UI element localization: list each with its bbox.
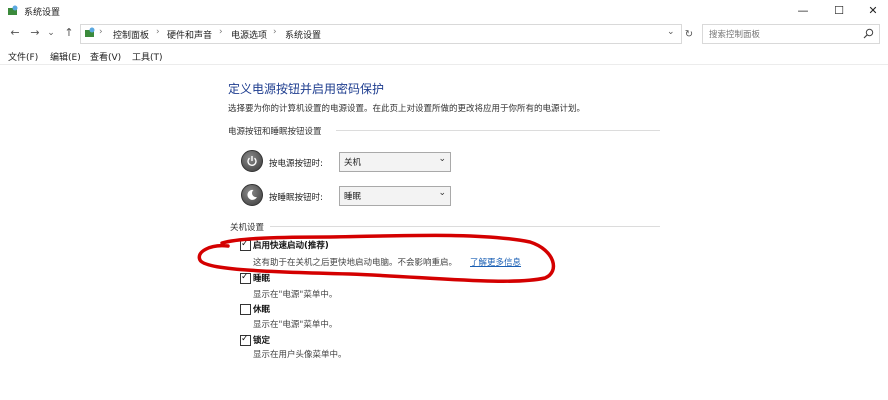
learn-more-link[interactable]: 了解更多信息 [470,256,521,268]
up-button[interactable]: ↑ [62,26,76,40]
recent-locations-button[interactable]: ⌄ [44,26,58,40]
power-button-label: 按电源按钮时: [269,159,323,169]
breadcrumb-separator[interactable]: › [273,27,277,37]
fast-startup-desc: 这有助于在关机之后更快地启动电脑。不会影响重启。 [253,258,458,268]
lock-option-desc: 显示在用户头像菜单中。 [253,350,347,360]
title-bar: 系统设置 — ☐ ✕ [0,0,888,22]
breadcrumb-item[interactable]: 系统设置 [285,28,321,41]
checkmark-icon: ✓ [241,239,249,249]
power-button-action-select[interactable]: 关机 ⌄ [339,152,451,172]
address-dropdown-button[interactable]: ⌄ [667,27,675,37]
breadcrumb-item[interactable]: 控制面板 [113,28,149,41]
sleep-button-action-select[interactable]: 睡眠 ⌄ [339,186,451,206]
minimize-button[interactable]: — [786,0,820,22]
lock-option-title: 锁定 [253,336,271,346]
search-box[interactable]: 搜索控制面板 [702,24,880,44]
page-title: 定义电源按钮并启用密码保护 [228,82,385,96]
close-button[interactable]: ✕ [856,0,888,22]
sleep-option-desc: 显示在"电源"菜单中。 [253,290,338,300]
sleep-button-label: 按睡眠按钮时: [269,193,323,203]
back-button[interactable]: ← [8,26,22,40]
select-value: 睡眠 [344,192,362,202]
breadcrumb-separator[interactable]: › [99,27,103,37]
maximize-button[interactable]: ☐ [822,0,856,22]
menu-file[interactable]: 文件(F) [8,50,38,63]
breadcrumb-item[interactable]: 电源选项 [231,28,267,41]
window-title: 系统设置 [24,8,61,18]
select-value: 关机 [344,158,362,168]
chevron-down-icon: ⌄ [438,154,446,164]
menu-tools[interactable]: 工具(T) [132,50,163,63]
chevron-down-icon: ⌄ [438,188,446,198]
search-input[interactable]: 搜索控制面板 [709,28,760,40]
menu-edit[interactable]: 编辑(E) [50,50,81,63]
sleep-option-title: 睡眠 [253,274,271,284]
menu-view[interactable]: 查看(V) [90,50,121,63]
address-bar: ← → ⌄ ↑ › 控制面板 › 硬件和声音 › 电源选项 › 系统设置 ⌄ ↻… [0,22,888,46]
breadcrumb-separator[interactable]: › [219,27,223,37]
section-divider [270,226,660,227]
shutdown-section-label: 关机设置 [230,223,265,233]
control-panel-icon [8,5,18,15]
fast-startup-checkbox[interactable]: ✓ [240,239,251,251]
address-field[interactable]: › 控制面板 › 硬件和声音 › 电源选项 › 系统设置 ⌄ [80,24,682,44]
hibernate-option-desc: 显示在"电源"菜单中。 [253,320,338,330]
page-description: 选择要为你的计算机设置的电源设置。在此页上对设置所做的更改将应用于你所有的电源计… [228,104,586,114]
refresh-button[interactable]: ↻ [682,28,696,42]
forward-button[interactable]: → [28,26,42,40]
power-section-label: 电源按钮和睡眠按钮设置 [228,127,322,137]
power-icon [241,150,263,172]
sleep-checkbox[interactable]: ✓ [240,272,251,284]
control-panel-icon [85,27,95,37]
menu-bar: 文件(F) 编辑(E) 查看(V) 工具(T) [0,46,888,65]
search-icon[interactable] [863,28,874,39]
lock-checkbox[interactable]: ✓ [240,334,251,346]
checkmark-icon: ✓ [241,334,249,344]
hibernate-checkbox[interactable] [240,304,251,315]
hibernate-option-title: 休眠 [253,305,271,315]
breadcrumb-separator[interactable]: › [156,27,160,37]
section-divider [336,130,660,131]
breadcrumb-item[interactable]: 硬件和声音 [167,28,212,41]
sleep-icon [241,184,263,206]
checkmark-icon: ✓ [241,272,249,282]
fast-startup-title: 启用快速启动(推荐) [253,241,329,251]
